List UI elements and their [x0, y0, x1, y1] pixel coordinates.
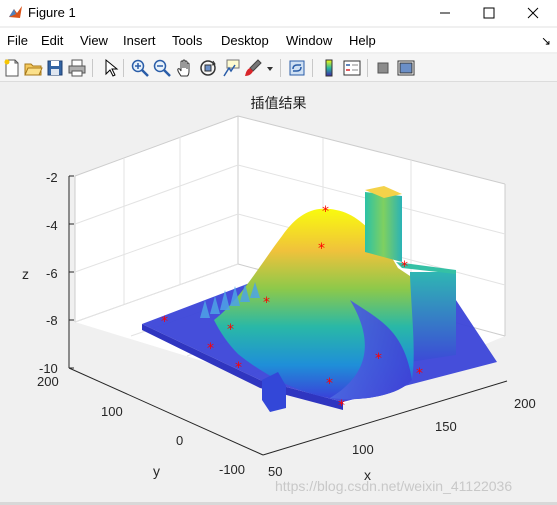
- data-marker: *: [338, 398, 345, 414]
- z-tick-label: -6: [46, 266, 58, 281]
- z-tick-label: -2: [46, 170, 58, 185]
- y-tick-label: 200: [37, 374, 59, 389]
- data-marker: *: [322, 204, 329, 220]
- data-marker: *: [227, 322, 234, 338]
- data-marker: *: [161, 314, 168, 330]
- data-marker: *: [326, 376, 333, 392]
- y-tick-label: 100: [101, 404, 123, 419]
- y-tick-label: 0: [176, 433, 184, 448]
- x-tick-label: 50: [268, 464, 283, 479]
- data-marker: *: [401, 259, 408, 275]
- surface-plot[interactable]: * * * * * * * * * * * *: [0, 0, 557, 505]
- y-tick-label: -100: [219, 462, 246, 477]
- watermark: https://blog.csdn.net/weixin_41122036: [275, 478, 513, 494]
- z-tick-label: -4: [46, 218, 58, 233]
- data-marker: *: [318, 241, 325, 257]
- x-tick-label: 200: [514, 396, 536, 411]
- y-axis-label: y: [153, 463, 160, 479]
- axis-ticks: [69, 175, 74, 369]
- x-tick-label: 100: [352, 442, 374, 457]
- data-marker: *: [263, 295, 270, 311]
- plot-title: 插值结果: [250, 96, 307, 112]
- surface-tower: [365, 192, 402, 262]
- data-marker: *: [416, 366, 423, 382]
- data-marker: *: [207, 341, 214, 357]
- surface-wall: [410, 272, 456, 362]
- z-axis-label: z: [22, 266, 29, 282]
- x-tick-label: 150: [435, 419, 457, 434]
- data-marker: *: [375, 351, 382, 367]
- z-tick-label: -8: [46, 313, 58, 328]
- data-marker: *: [235, 360, 242, 376]
